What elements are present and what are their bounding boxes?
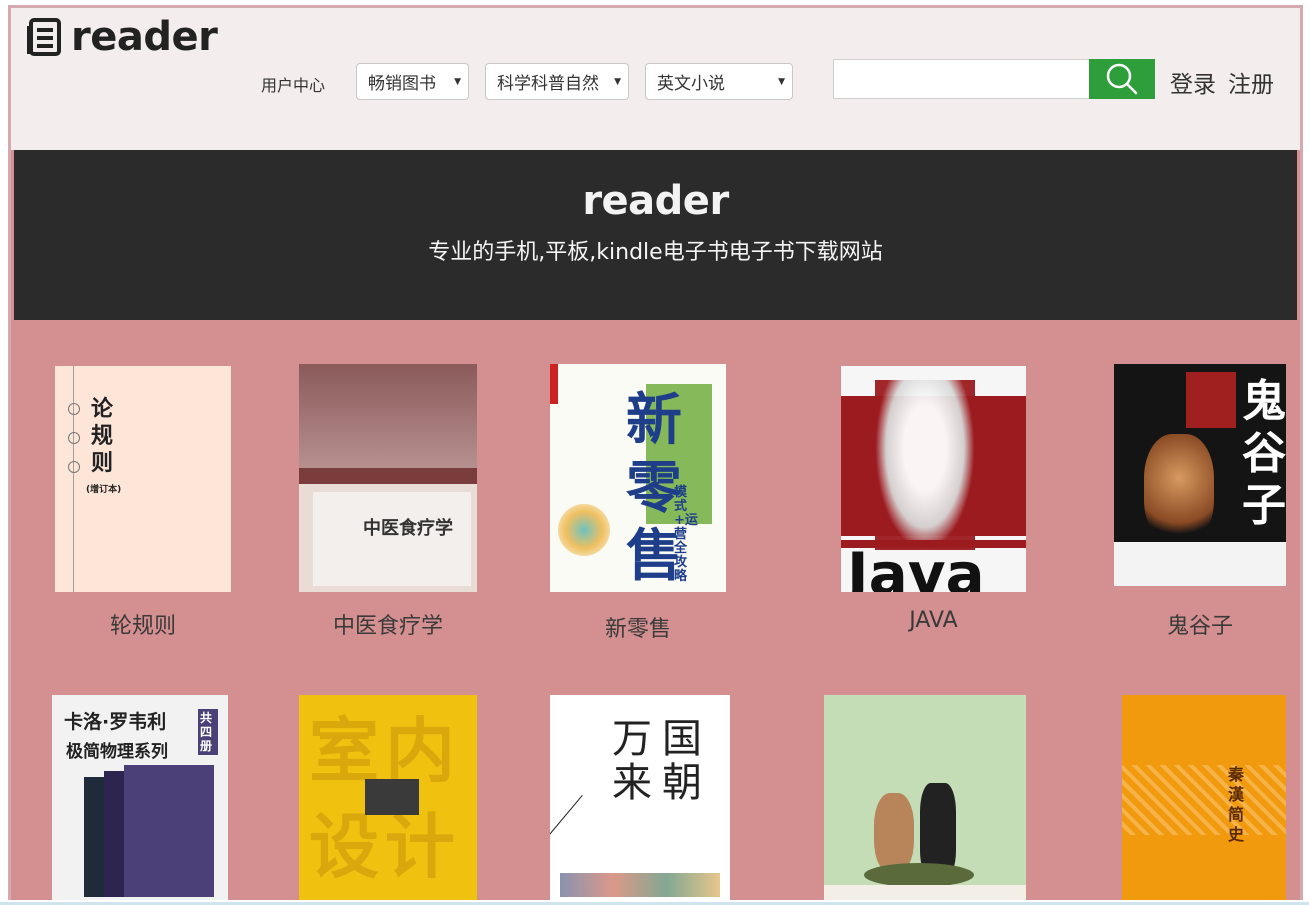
cover-text: 万国来朝 (612, 716, 712, 806)
cover-subtitle: 模式+运营全攻略 (674, 485, 698, 584)
book-cover[interactable]: 中医食疗学 (299, 364, 477, 592)
search-button[interactable] (1089, 59, 1155, 99)
logo-text: reader (71, 14, 218, 60)
banner-title: reader (582, 178, 729, 224)
category-select-english-novel[interactable]: 英文小说 ▼ (645, 63, 793, 100)
book-title[interactable]: 轮规则 (55, 608, 231, 640)
logo[interactable]: reader (25, 14, 218, 60)
register-link[interactable]: 注册 (1228, 65, 1274, 99)
category-select-bestseller[interactable]: 畅销图书 ▼ (356, 63, 469, 100)
book-cover[interactable]: 万国来朝 (550, 695, 730, 900)
cover-text: 论规则 (91, 396, 114, 476)
select-value: 科学科普自然 (497, 74, 599, 94)
book-title[interactable]: 中医食疗学 (299, 608, 477, 640)
login-link[interactable]: 登录 (1170, 65, 1216, 99)
cover-subtitle: (增订本) (86, 485, 122, 495)
search-icon (1106, 63, 1138, 95)
cover-text: 中医食疗学 (363, 518, 453, 539)
select-value: 英文小说 (657, 74, 725, 94)
book-icon (27, 18, 61, 56)
dropdown-arrow-icon: ▼ (778, 77, 785, 87)
book-cover[interactable]: 鬼谷子 (1114, 364, 1286, 586)
dropdown-arrow-icon: ▼ (614, 77, 621, 87)
cover-badge: 共四册 (198, 709, 218, 755)
cover-text: 卡洛·罗韦利 (64, 711, 167, 733)
book-cover[interactable]: 室内设计 (299, 695, 477, 900)
cover-text: 秦漢简史 (1228, 765, 1245, 844)
cover-text: Java (847, 540, 985, 592)
user-center-link[interactable]: 用户中心 (261, 72, 325, 96)
book-title[interactable]: 鬼谷子 (1114, 608, 1286, 640)
search-input[interactable] (833, 59, 1091, 99)
book-cover[interactable] (824, 695, 1026, 900)
banner-subtitle: 专业的手机,平板,kindle电子书电子书下载网站 (428, 240, 883, 265)
category-select-science[interactable]: 科学科普自然 ▼ (485, 63, 629, 100)
header: reader 用户中心 畅销图书 ▼ 科学科普自然 ▼ 英文小说 ▼ 登录 注册 (11, 8, 1300, 150)
book-title[interactable]: 新零售 (550, 611, 726, 643)
book-cover[interactable]: 论规则 (增订本) (55, 366, 231, 592)
page-frame: reader 用户中心 畅销图书 ▼ 科学科普自然 ▼ 英文小说 ▼ 登录 注册… (8, 5, 1303, 900)
select-value: 畅销图书 (368, 74, 436, 94)
book-cover[interactable]: 卡洛·罗韦利 极简物理系列 共四册 (52, 695, 228, 900)
dropdown-arrow-icon: ▼ (454, 77, 461, 87)
book-cover[interactable]: Java (841, 366, 1026, 592)
cover-text: 鬼谷子 (1242, 376, 1286, 531)
book-cover[interactable]: 秦漢简史 (1122, 695, 1286, 900)
book-title[interactable]: JAVA (841, 608, 1026, 633)
book-cover[interactable]: 新零售 模式+运营全攻略 (550, 364, 726, 592)
hero-banner: reader 专业的手机,平板,kindle电子书电子书下载网站 (14, 150, 1297, 320)
cover-subtitle: 极简物理系列 (66, 742, 168, 762)
